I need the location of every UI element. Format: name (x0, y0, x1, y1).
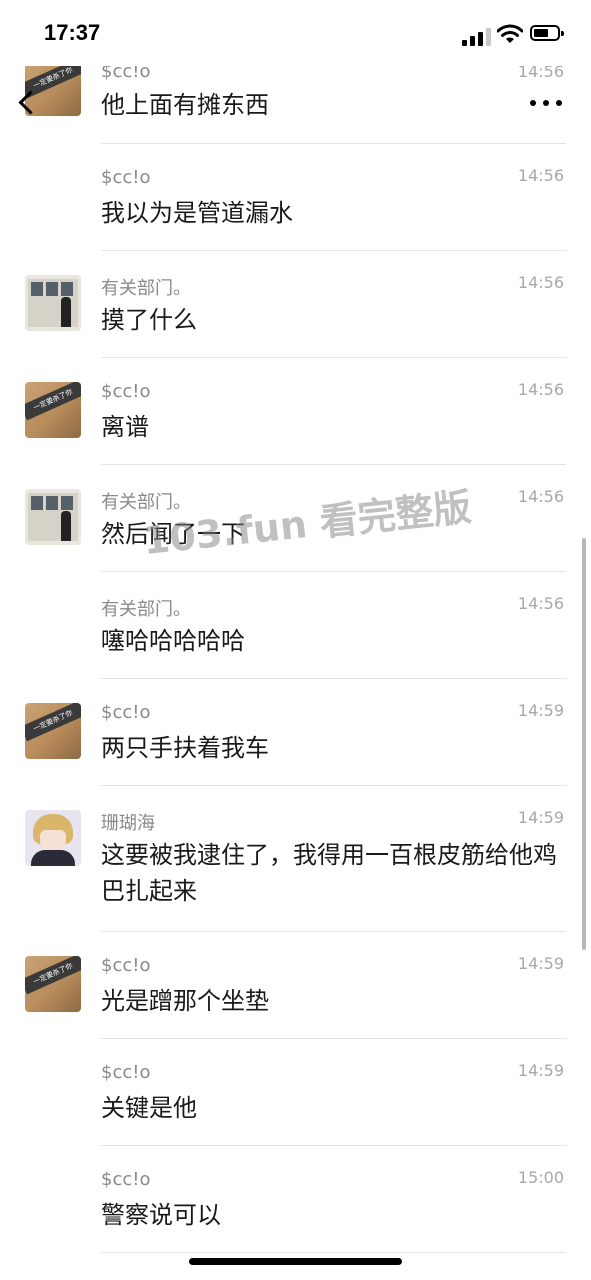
list-item[interactable]: 一定要杀了你 $cc!o 14:59 两只手扶着我车 (0, 679, 591, 786)
message-text: 我以为是管道漏水 (101, 199, 293, 227)
sender-name: $cc!o (101, 1062, 151, 1083)
avatar-face (40, 830, 66, 852)
sender-name: $cc!o (101, 702, 151, 723)
avatar-sign-text: 一定要杀了你 (25, 956, 81, 995)
sender-name: 有关部门。 (101, 599, 191, 620)
message-text: 光是蹭那个坐垫 (101, 987, 269, 1015)
chat-history-list[interactable]: 一定要杀了你 $cc!o 14:56 他上面有摊东西 $cc!o 14:56 我… (0, 0, 591, 1280)
avatar[interactable] (25, 275, 81, 331)
sender-name: 有关部门。 (101, 492, 191, 513)
list-item[interactable]: 有关部门。 14:56 摸了什么 (0, 251, 591, 358)
avatar-person (61, 297, 71, 327)
status-bar: 17:37 (0, 0, 591, 66)
list-item[interactable]: $cc!o 14:56 我以为是管道漏水 (0, 144, 591, 251)
home-indicator[interactable] (189, 1258, 402, 1265)
message-text: 这要被我逮住了，我得用一百根皮筋给他鸡巴扎起来 (101, 841, 557, 905)
message-text: 警察说可以 (101, 1201, 221, 1229)
sender-name: $cc!o (101, 1169, 151, 1190)
list-item[interactable]: $cc!o 14:59 关键是他 (0, 1039, 591, 1146)
message-time: 14:56 (517, 166, 564, 185)
message-text: 离谱 (101, 413, 149, 441)
list-item[interactable]: 有关部门。 14:56 然后闻了一下 (0, 465, 591, 572)
sender-name: 珊瑚海 (101, 813, 155, 834)
list-item[interactable]: 一定要杀了你 $cc!o 14:59 光是蹭那个坐垫 (0, 932, 591, 1039)
list-item[interactable]: 一定要杀了你 $cc!o 14:56 离谱 (0, 358, 591, 465)
message-time: 15:00 (517, 1168, 564, 1187)
sender-name: $cc!o (101, 167, 151, 188)
wifi-icon (496, 24, 524, 44)
avatar-sign-text: 一定要杀了你 (25, 382, 81, 421)
message-time: 14:56 (517, 487, 564, 506)
avatar[interactable] (25, 489, 81, 545)
message-time: 14:59 (517, 808, 564, 827)
message-time: 14:56 (517, 380, 564, 399)
avatar-sign-text: 一定要杀了你 (25, 703, 81, 742)
scrollbar-thumb[interactable] (582, 538, 586, 950)
divider (101, 1252, 566, 1253)
message-time: 14:56 (517, 594, 564, 613)
message-time: 14:56 (517, 273, 564, 292)
avatar-person (61, 511, 71, 541)
message-time: 14:59 (517, 1061, 564, 1080)
avatar[interactable] (25, 810, 81, 866)
avatar[interactable]: 一定要杀了你 (25, 956, 81, 1012)
message-time: 14:59 (517, 954, 564, 973)
avatar[interactable]: 一定要杀了你 (25, 382, 81, 438)
battery-icon (530, 25, 564, 41)
message-text: 两只手扶着我车 (101, 734, 269, 762)
sender-name: $cc!o (101, 381, 151, 402)
message-text: 噻哈哈哈哈哈 (101, 627, 245, 655)
message-text: 他上面有摊东西 (101, 91, 269, 119)
sender-name: 有关部门。 (101, 278, 191, 299)
list-item[interactable]: 珊瑚海 14:59 这要被我逮住了，我得用一百根皮筋给他鸡巴扎起来 (0, 786, 591, 932)
sender-name: $cc!o (101, 955, 151, 976)
avatar[interactable]: 一定要杀了你 (25, 703, 81, 759)
list-item[interactable]: 有关部门。 14:56 噻哈哈哈哈哈 (0, 572, 591, 679)
status-time: 17:37 (44, 20, 101, 45)
more-options-icon[interactable] (530, 100, 562, 108)
message-text: 摸了什么 (101, 306, 197, 334)
list-item[interactable]: 一定要杀了你 $cc!o 14:56 他上面有摊东西 (0, 56, 591, 144)
message-text: 然后闻了一下 (101, 520, 245, 548)
message-text: 关键是他 (101, 1094, 197, 1122)
cellular-signal-icon (462, 28, 492, 46)
avatar-body (31, 850, 75, 866)
list-item[interactable]: $cc!o 15:00 警察说可以 (0, 1146, 591, 1253)
message-time: 14:59 (517, 701, 564, 720)
